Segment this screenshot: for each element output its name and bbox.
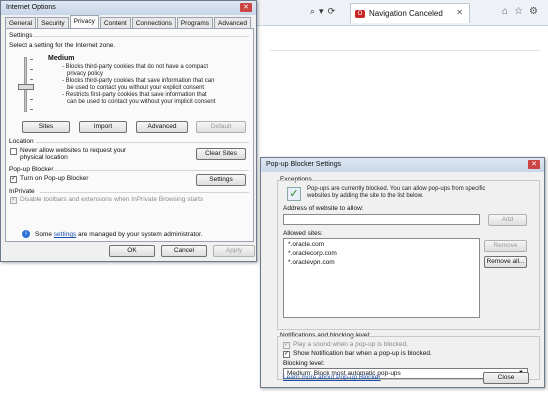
privacy-description: - Blocks third-party cookies that do not…	[62, 64, 215, 106]
address-input[interactable]	[283, 214, 480, 225]
tab-advanced[interactable]: Advanced	[214, 17, 251, 28]
play-sound-checkbox[interactable]: ✓	[283, 342, 290, 349]
divider	[50, 170, 249, 171]
advanced-button[interactable]: Advanced	[136, 121, 188, 133]
home-icon[interactable]: ⌂	[502, 6, 508, 17]
clear-sites-button[interactable]: Clear Sites	[196, 148, 246, 160]
location-label-line-2: physical location	[20, 154, 68, 161]
divider	[36, 142, 249, 143]
divider	[34, 36, 249, 37]
admin-note-suffix: are managed by your system administrator…	[76, 231, 203, 238]
sites-button[interactable]: Sites	[22, 121, 70, 133]
location-checkbox-label: Never allow websites to request your phy…	[20, 147, 126, 161]
inprivate-group-label: InPrivate	[9, 188, 35, 195]
never-allow-location-checkbox[interactable]	[10, 148, 17, 155]
description-line: - Blocks third-party cookies that do not…	[62, 64, 209, 70]
popup-blocker-body: Exceptions ✓ Pop-ups are currently block…	[261, 172, 544, 387]
blocking-level-label: Blocking level:	[283, 360, 325, 367]
popup-blocker-titlebar: Pop-up Blocker Settings ✕	[261, 158, 544, 172]
dialog-title: Pop-up Blocker Settings	[266, 161, 342, 168]
close-button[interactable]: Close	[483, 372, 529, 384]
settings-group-label: Settings	[9, 32, 33, 39]
settings-link[interactable]: settings	[54, 231, 76, 238]
inprivate-checkbox-label: Disable toolbars and extensions when InP…	[20, 196, 204, 203]
tab-general[interactable]: General	[5, 17, 37, 28]
browser-icons: ⌂ ☆ ⚙	[496, 6, 538, 17]
show-notification-bar-label: Show Notification bar when a pop-up is b…	[293, 350, 432, 357]
admin-note: Some settings are managed by your system…	[35, 231, 203, 238]
tab-programs[interactable]: Programs	[176, 17, 214, 28]
list-item[interactable]: *.oraclecorp.com	[288, 250, 337, 257]
remove-button[interactable]: Remove	[484, 240, 527, 252]
privacy-tab-panel: Settings Select a setting for the Intern…	[5, 28, 254, 242]
show-notification-bar-checkbox[interactable]: ✓	[283, 351, 290, 358]
shield-check-icon: ✓	[287, 187, 301, 201]
dialog-title: Internet Options	[6, 4, 56, 11]
default-button[interactable]: Default	[196, 121, 246, 133]
play-sound-label: Play a sound when a pop-up is blocked.	[293, 341, 408, 348]
list-item[interactable]: *.oraclevpn.com	[288, 259, 335, 266]
apply-button[interactable]: Apply	[213, 245, 255, 257]
allowed-sites-label: Allowed sites:	[283, 230, 323, 237]
tab-privacy[interactable]: Privacy	[69, 15, 99, 28]
settings-icon[interactable]: ⚙	[529, 6, 538, 17]
location-label-line-1: Never allow websites to request your	[20, 147, 127, 154]
admin-note-prefix: Some	[35, 231, 54, 238]
internet-options-titlebar: Internet Options ✕	[1, 1, 256, 15]
disable-toolbars-checkbox[interactable]: ✓	[10, 197, 17, 204]
description-line: - Restricts first-party cookies that sav…	[62, 92, 207, 98]
close-icon[interactable]: ✕	[240, 3, 252, 12]
divider	[270, 50, 540, 51]
exceptions-description: Pop-ups are currently blocked. You can a…	[307, 186, 485, 200]
tab-security[interactable]: Security	[37, 17, 69, 28]
privacy-level: Medium	[48, 55, 75, 62]
popup-blocker-group-label: Pop-up Blocker	[9, 166, 54, 173]
divider	[40, 192, 249, 193]
search-icon[interactable]: ⌕	[310, 6, 315, 16]
description-line: - Blocks third-party cookies that save i…	[62, 78, 215, 84]
popup-settings-button[interactable]: Settings	[196, 174, 246, 186]
popup-blocker-checkbox-label: Turn on Pop-up Blocker	[20, 175, 89, 182]
description-line: be used to contact you without your expl…	[67, 85, 205, 91]
exceptions-text-line: websites by adding the site to the list …	[307, 193, 424, 199]
tab-content[interactable]: Content	[99, 17, 131, 28]
settings-instruction: Select a setting for the Internet zone.	[9, 42, 116, 49]
tab-strip: General Security Privacy Content Connect…	[1, 15, 256, 28]
turn-on-popup-blocker-checkbox[interactable]: ✓	[10, 176, 17, 183]
add-button[interactable]: Add	[488, 214, 527, 226]
favorites-icon[interactable]: ☆	[514, 6, 523, 17]
exceptions-text-line: Pop-ups are currently blocked. You can a…	[307, 186, 486, 192]
cancel-button[interactable]: Cancel	[161, 245, 207, 257]
address-controls: ⌕ ▾ ⟳	[310, 6, 339, 17]
ok-button[interactable]: OK	[109, 245, 155, 257]
description-line: can be used to contact you without your …	[67, 99, 216, 105]
list-item[interactable]: *.oracle.com	[288, 241, 324, 248]
allowed-sites-list[interactable]: *.oracle.com *.oraclecorp.com *.oraclevp…	[283, 238, 480, 318]
dropdown-icon[interactable]: ▾	[319, 6, 324, 16]
refresh-icon[interactable]: ⟳	[328, 6, 336, 16]
import-button[interactable]: Import	[79, 121, 127, 133]
close-icon[interactable]: ✕	[528, 160, 540, 169]
info-icon: i	[22, 230, 30, 238]
tab-close-icon[interactable]: ✕	[456, 8, 463, 17]
browser-tab-title: Navigation Canceled	[369, 9, 443, 18]
browser-toolbar: ⌕ ▾ ⟳ O Navigation Canceled ✕ ⌂ ☆ ⚙	[250, 0, 548, 26]
tab-connections[interactable]: Connections	[131, 17, 176, 28]
popup-blocker-settings-dialog: Pop-up Blocker Settings ✕ Exceptions ✓ P…	[260, 157, 545, 388]
internet-options-dialog: Internet Options ✕ General Security Priv…	[0, 0, 257, 262]
description-line: privacy policy	[67, 71, 104, 77]
remove-all-button[interactable]: Remove all...	[484, 256, 527, 268]
privacy-slider-thumb[interactable]	[18, 84, 34, 90]
oracle-favicon-icon: O	[355, 9, 365, 18]
location-group-label: Location	[9, 138, 34, 145]
learn-more-link[interactable]: Learn more about Pop-up Blocker	[283, 374, 381, 381]
address-label: Address of website to allow:	[283, 205, 364, 212]
browser-tab[interactable]: O Navigation Canceled ✕	[350, 3, 470, 23]
